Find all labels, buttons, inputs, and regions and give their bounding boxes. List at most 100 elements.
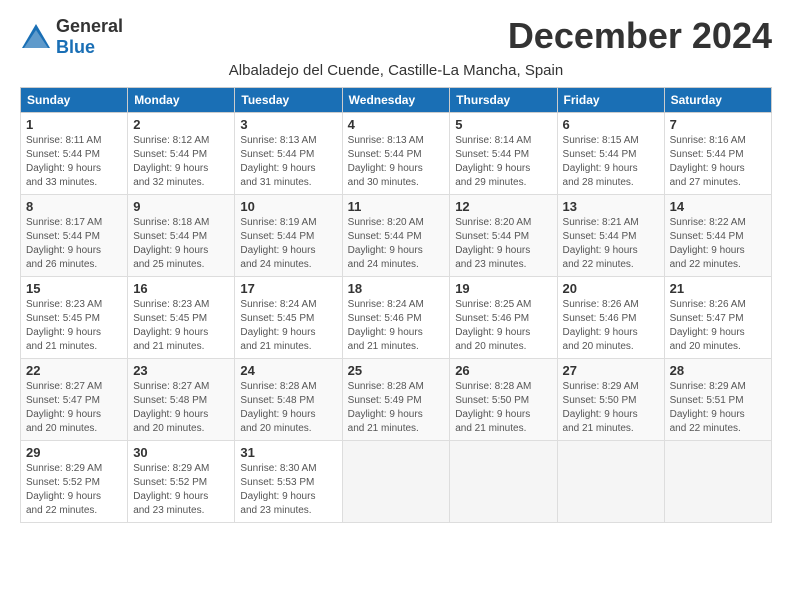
location-title: Albaladejo del Cuende, Castille-La Manch… — [20, 62, 772, 79]
day-info: Sunrise: 8:23 AM Sunset: 5:45 PM Dayligh… — [133, 298, 229, 354]
calendar-day-cell: 22 Sunrise: 8:27 AM Sunset: 5:47 PM Dayli… — [21, 359, 128, 441]
calendar-day-cell: 23 Sunrise: 8:27 AM Sunset: 5:48 PM Dayli… — [128, 359, 235, 441]
day-number: 21 — [670, 281, 766, 296]
calendar-day-cell — [557, 441, 664, 523]
calendar-day-cell: 7Sunrise: 8:16 AM Sunset: 5:44 PM Daylig… — [664, 113, 771, 195]
calendar-week-row: 22 Sunrise: 8:27 AM Sunset: 5:47 PM Dayli… — [21, 359, 772, 441]
day-number: 27 — [563, 363, 659, 378]
calendar-table: SundayMondayTuesdayWednesdayThursdayFrid… — [20, 87, 772, 523]
day-info: Sunrise: 8:21 AM Sunset: 5:44 PM Dayligh… — [563, 216, 659, 272]
day-number: 8 — [26, 199, 122, 214]
day-info: Sunrise: 8:29 AM Sunset: 5:51 PM Dayligh… — [670, 380, 766, 436]
day-number: 28 — [670, 363, 766, 378]
day-number: 12 — [455, 199, 551, 214]
day-number: 2 — [133, 117, 229, 132]
day-number: 10 — [240, 199, 336, 214]
logo-blue: Blue — [56, 37, 95, 57]
calendar-day-cell — [450, 441, 557, 523]
calendar-day-cell: 12 Sunrise: 8:20 AM Sunset: 5:44 PM Dayli… — [450, 195, 557, 277]
calendar-day-cell: 16 Sunrise: 8:23 AM Sunset: 5:45 PM Dayli… — [128, 277, 235, 359]
calendar-header-cell: Thursday — [450, 88, 557, 113]
logo-icon — [20, 22, 52, 52]
day-number: 3 — [240, 117, 336, 132]
calendar-day-cell — [664, 441, 771, 523]
day-info: Sunrise: 8:24 AM Sunset: 5:46 PM Dayligh… — [348, 298, 445, 354]
day-info: Sunrise: 8:28 AM Sunset: 5:50 PM Dayligh… — [455, 380, 551, 436]
calendar-day-cell: 8Sunrise: 8:17 AM Sunset: 5:44 PM Daylig… — [21, 195, 128, 277]
calendar-day-cell: 24Sunrise: 8:28 AM Sunset: 5:48 PM Dayli… — [235, 359, 342, 441]
day-number: 31 — [240, 445, 336, 460]
day-info: Sunrise: 8:11 AM Sunset: 5:44 PM Dayligh… — [26, 134, 122, 190]
header: General Blue December 2024 — [20, 16, 772, 58]
logo-general: General — [56, 16, 123, 36]
calendar-week-row: 1 Sunrise: 8:11 AM Sunset: 5:44 PM Daylig… — [21, 113, 772, 195]
calendar-day-cell: 15Sunrise: 8:23 AM Sunset: 5:45 PM Dayli… — [21, 277, 128, 359]
day-number: 9 — [133, 199, 229, 214]
calendar-header-cell: Saturday — [664, 88, 771, 113]
calendar-day-cell: 20Sunrise: 8:26 AM Sunset: 5:46 PM Dayli… — [557, 277, 664, 359]
day-info: Sunrise: 8:20 AM Sunset: 5:44 PM Dayligh… — [455, 216, 551, 272]
day-info: Sunrise: 8:22 AM Sunset: 5:44 PM Dayligh… — [670, 216, 766, 272]
day-number: 1 — [26, 117, 122, 132]
day-info: Sunrise: 8:18 AM Sunset: 5:44 PM Dayligh… — [133, 216, 229, 272]
calendar-week-row: 15Sunrise: 8:23 AM Sunset: 5:45 PM Dayli… — [21, 277, 772, 359]
calendar-header-cell: Tuesday — [235, 88, 342, 113]
calendar-day-cell: 5 Sunrise: 8:14 AM Sunset: 5:44 PM Daylig… — [450, 113, 557, 195]
day-number: 14 — [670, 199, 766, 214]
calendar-week-row: 8Sunrise: 8:17 AM Sunset: 5:44 PM Daylig… — [21, 195, 772, 277]
day-info: Sunrise: 8:14 AM Sunset: 5:44 PM Dayligh… — [455, 134, 551, 190]
day-info: Sunrise: 8:13 AM Sunset: 5:44 PM Dayligh… — [240, 134, 336, 190]
day-number: 4 — [348, 117, 445, 132]
calendar-day-cell: 9 Sunrise: 8:18 AM Sunset: 5:44 PM Daylig… — [128, 195, 235, 277]
calendar-day-cell: 10 Sunrise: 8:19 AM Sunset: 5:44 PM Dayli… — [235, 195, 342, 277]
day-number: 25 — [348, 363, 445, 378]
calendar-body: 1 Sunrise: 8:11 AM Sunset: 5:44 PM Daylig… — [21, 113, 772, 523]
day-info: Sunrise: 8:23 AM Sunset: 5:45 PM Dayligh… — [26, 298, 122, 354]
day-info: Sunrise: 8:12 AM Sunset: 5:44 PM Dayligh… — [133, 134, 229, 190]
day-info: Sunrise: 8:24 AM Sunset: 5:45 PM Dayligh… — [240, 298, 336, 354]
day-info: Sunrise: 8:20 AM Sunset: 5:44 PM Dayligh… — [348, 216, 445, 272]
day-number: 7 — [670, 117, 766, 132]
calendar-day-cell — [342, 441, 450, 523]
day-info: Sunrise: 8:29 AM Sunset: 5:52 PM Dayligh… — [133, 462, 229, 518]
calendar-day-cell: 28 Sunrise: 8:29 AM Sunset: 5:51 PM Dayli… — [664, 359, 771, 441]
day-number: 22 — [26, 363, 122, 378]
day-number: 16 — [133, 281, 229, 296]
calendar-day-cell: 26 Sunrise: 8:28 AM Sunset: 5:50 PM Dayli… — [450, 359, 557, 441]
calendar-day-cell: 4Sunrise: 8:13 AM Sunset: 5:44 PM Daylig… — [342, 113, 450, 195]
calendar-header-cell: Friday — [557, 88, 664, 113]
day-info: Sunrise: 8:27 AM Sunset: 5:48 PM Dayligh… — [133, 380, 229, 436]
calendar-day-cell: 13Sunrise: 8:21 AM Sunset: 5:44 PM Dayli… — [557, 195, 664, 277]
day-number: 26 — [455, 363, 551, 378]
calendar-header: SundayMondayTuesdayWednesdayThursdayFrid… — [21, 88, 772, 113]
day-number: 5 — [455, 117, 551, 132]
day-info: Sunrise: 8:28 AM Sunset: 5:49 PM Dayligh… — [348, 380, 445, 436]
calendar-day-cell: 14 Sunrise: 8:22 AM Sunset: 5:44 PM Dayli… — [664, 195, 771, 277]
day-number: 18 — [348, 281, 445, 296]
day-number: 19 — [455, 281, 551, 296]
day-info: Sunrise: 8:29 AM Sunset: 5:52 PM Dayligh… — [26, 462, 122, 518]
calendar-day-cell: 19 Sunrise: 8:25 AM Sunset: 5:46 PM Dayli… — [450, 277, 557, 359]
day-number: 29 — [26, 445, 122, 460]
calendar-day-cell: 18 Sunrise: 8:24 AM Sunset: 5:46 PM Dayli… — [342, 277, 450, 359]
day-info: Sunrise: 8:27 AM Sunset: 5:47 PM Dayligh… — [26, 380, 122, 436]
day-number: 24 — [240, 363, 336, 378]
calendar-day-cell: 17Sunrise: 8:24 AM Sunset: 5:45 PM Dayli… — [235, 277, 342, 359]
calendar-day-cell: 6 Sunrise: 8:15 AM Sunset: 5:44 PM Daylig… — [557, 113, 664, 195]
day-info: Sunrise: 8:25 AM Sunset: 5:46 PM Dayligh… — [455, 298, 551, 354]
calendar-header-cell: Sunday — [21, 88, 128, 113]
day-number: 30 — [133, 445, 229, 460]
calendar-day-cell: 11Sunrise: 8:20 AM Sunset: 5:44 PM Dayli… — [342, 195, 450, 277]
day-number: 6 — [563, 117, 659, 132]
calendar-day-cell: 27Sunrise: 8:29 AM Sunset: 5:50 PM Dayli… — [557, 359, 664, 441]
calendar-day-cell: 1 Sunrise: 8:11 AM Sunset: 5:44 PM Daylig… — [21, 113, 128, 195]
day-info: Sunrise: 8:19 AM Sunset: 5:44 PM Dayligh… — [240, 216, 336, 272]
calendar-day-cell: 31Sunrise: 8:30 AM Sunset: 5:53 PM Dayli… — [235, 441, 342, 523]
calendar-header-cell: Monday — [128, 88, 235, 113]
day-info: Sunrise: 8:26 AM Sunset: 5:46 PM Dayligh… — [563, 298, 659, 354]
day-number: 23 — [133, 363, 229, 378]
calendar-header-cell: Wednesday — [342, 88, 450, 113]
calendar-day-cell: 25 Sunrise: 8:28 AM Sunset: 5:49 PM Dayli… — [342, 359, 450, 441]
day-info: Sunrise: 8:15 AM Sunset: 5:44 PM Dayligh… — [563, 134, 659, 190]
day-info: Sunrise: 8:26 AM Sunset: 5:47 PM Dayligh… — [670, 298, 766, 354]
